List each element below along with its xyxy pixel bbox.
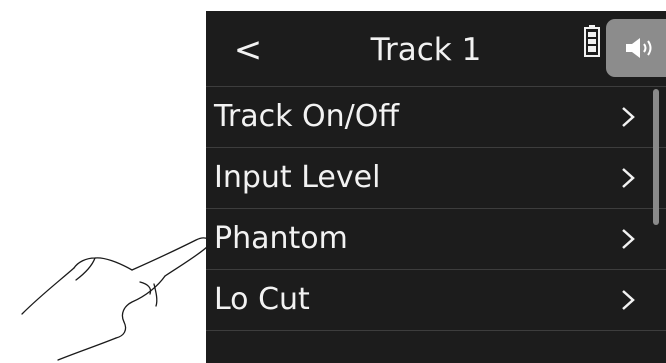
menu-item-label: Track On/Off xyxy=(214,99,400,134)
scrollbar[interactable] xyxy=(653,89,659,225)
menu-item-label: Input Level xyxy=(214,160,381,195)
menu-item-phantom[interactable]: Phantom xyxy=(206,208,666,269)
menu-item-label: Lo Cut xyxy=(214,282,310,317)
header-bar: < Track 1 xyxy=(206,11,666,86)
speaker-button[interactable] xyxy=(606,19,666,77)
bottom-strip xyxy=(206,342,666,363)
chevron-right-icon xyxy=(622,168,635,188)
menu-item-label: Phantom xyxy=(214,221,348,256)
speaker-icon xyxy=(626,38,652,58)
menu-item-track-on-off[interactable]: Track On/Off xyxy=(206,86,666,147)
menu-list: Track On/Off Input Level Phantom Lo Cut xyxy=(206,86,666,331)
chevron-right-icon xyxy=(622,290,635,310)
back-button[interactable]: < xyxy=(230,25,266,75)
device-screen: < Track 1 Track On/Off Input Level Phant… xyxy=(206,11,666,363)
page-title: Track 1 xyxy=(370,32,482,68)
chevron-right-icon xyxy=(622,107,635,127)
chevron-right-icon xyxy=(622,229,635,249)
menu-item-lo-cut[interactable]: Lo Cut xyxy=(206,269,666,331)
menu-item-input-level[interactable]: Input Level xyxy=(206,147,666,208)
battery-icon xyxy=(584,25,600,57)
